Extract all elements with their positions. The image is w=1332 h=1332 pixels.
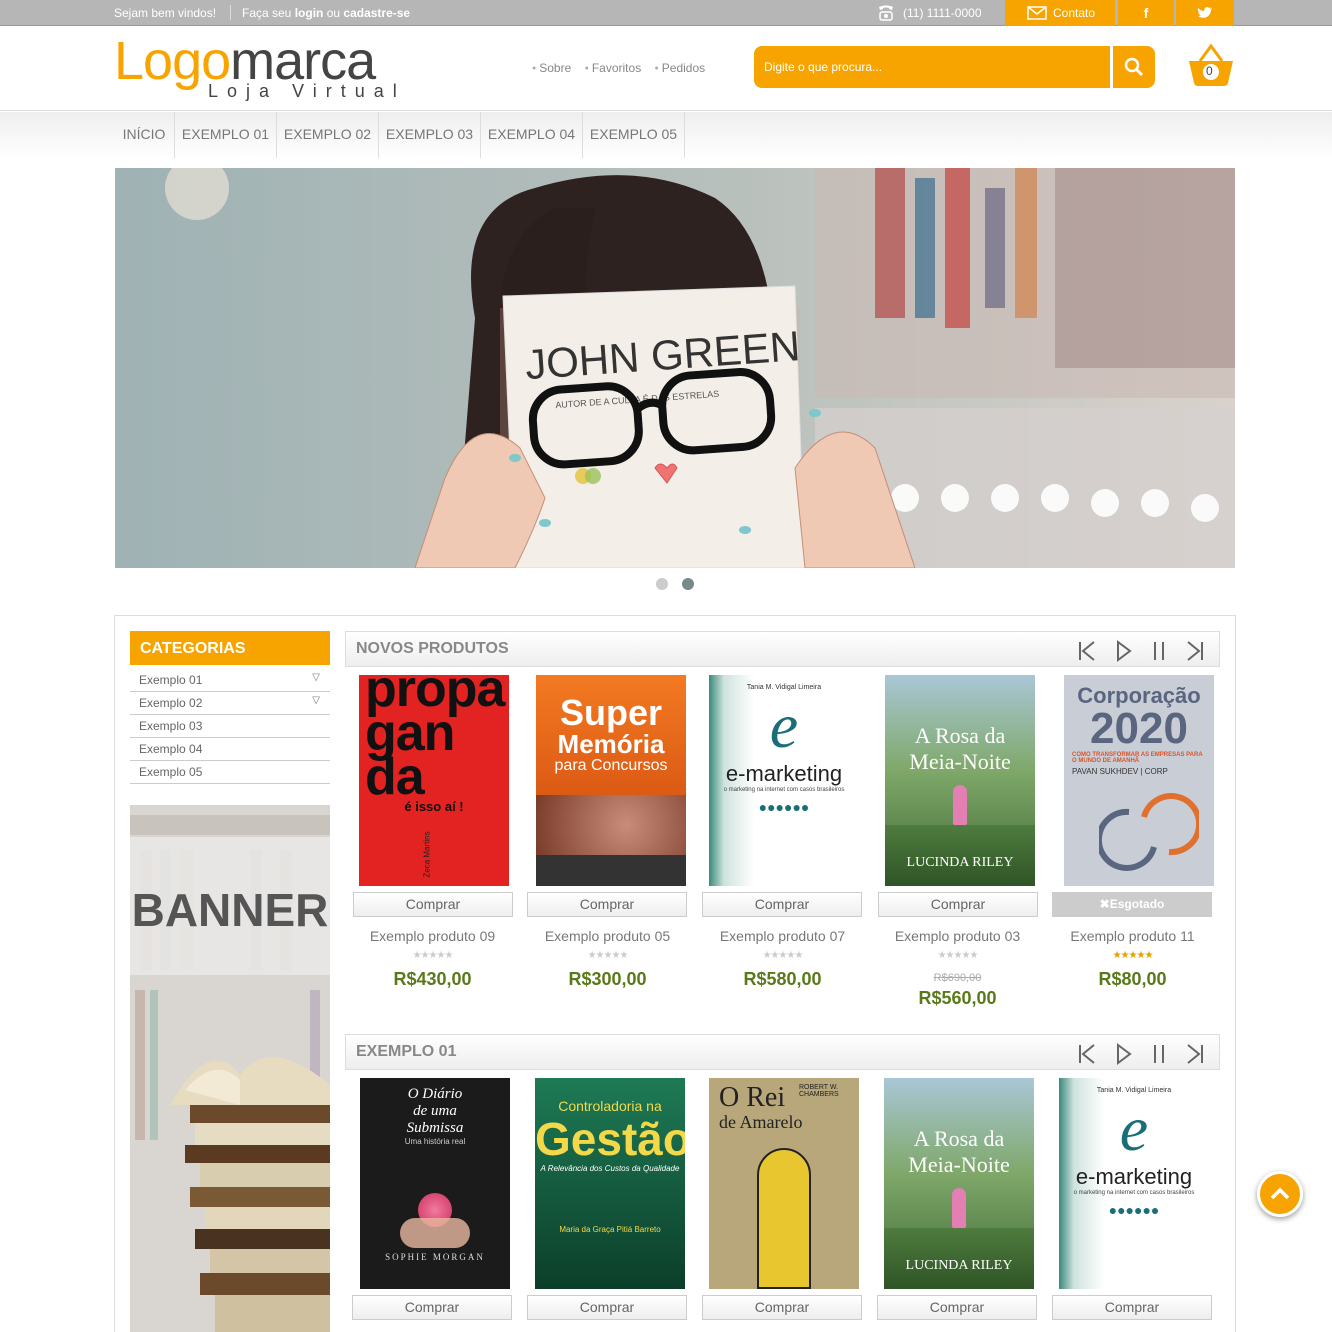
product-cover[interactable]: A Rosa da Meia-Noite LUCINDA RILEY [885, 675, 1035, 886]
rating-stars: ★★★★★ [762, 950, 804, 961]
contact-label: Contato [1053, 6, 1096, 20]
divider [230, 5, 231, 20]
rating-stars: ★★★★★ [412, 950, 454, 961]
search-icon [1124, 57, 1144, 77]
nav-exemplo-04[interactable]: EXEMPLO 04 [481, 112, 583, 158]
twitter-icon [1197, 7, 1212, 18]
back-to-top-button[interactable] [1257, 1171, 1303, 1217]
category-item[interactable]: Exemplo 02 ▽ [130, 692, 330, 715]
mail-icon [1027, 6, 1047, 20]
welcome-text: Sejam bem vindos! [114, 6, 217, 20]
contact-button[interactable]: Contato [1005, 0, 1115, 26]
product-cover[interactable]: Tania M. Vidigal Limeira e e-marketing o… [709, 675, 859, 886]
buy-button[interactable]: Comprar [527, 1295, 687, 1320]
nav-exemplo-01[interactable]: EXEMPLO 01 [175, 112, 277, 158]
facebook-icon[interactable]: f [1118, 0, 1174, 26]
last-icon[interactable] [1182, 1041, 1208, 1067]
category-item[interactable]: Exemplo 03 [130, 715, 330, 738]
register-link[interactable]: cadastre-se [343, 6, 410, 20]
category-item[interactable]: Exemplo 05 [130, 761, 330, 784]
hero-slider[interactable]: JOHN GREEN AUTOR DE A CULPA É DAS ESTREL… [115, 168, 1235, 568]
category-item[interactable]: Exemplo 04 [130, 738, 330, 761]
buy-button[interactable]: Comprar [702, 892, 862, 917]
search-button[interactable] [1113, 46, 1155, 88]
product-cover[interactable]: Tania M. Vidigal Limeira e e-marketing o… [1059, 1078, 1209, 1289]
slider-dot-1[interactable] [656, 578, 668, 590]
nav-exemplo-05[interactable]: EXEMPLO 05 [583, 112, 685, 158]
section-title: EXEMPLO 01 [356, 1043, 457, 1060]
cart-count: 0 [1206, 64, 1213, 78]
product-cover[interactable]: O Diário de uma Submissa Uma história real… [360, 1078, 510, 1289]
link-pedidos[interactable]: Pedidos [655, 61, 706, 75]
link-sobre[interactable]: Sobre [532, 61, 571, 75]
rating-stars: ★★★★★ [937, 950, 979, 961]
buy-button[interactable]: Comprar [1052, 1295, 1212, 1320]
play-icon[interactable] [1111, 1041, 1137, 1067]
product-name[interactable]: Exemplo produto 11 [1045, 928, 1220, 944]
product-name[interactable]: Exemplo produto 09 [345, 928, 520, 944]
pause-icon[interactable] [1146, 638, 1172, 664]
rating-stars: ★★★★★ [587, 950, 629, 961]
section-header-novos: NOVOS PRODUTOS [345, 631, 1220, 667]
nav-inicio[interactable]: INÍCIO [114, 112, 175, 158]
phone-number: (11) 1111-0000 [903, 6, 982, 20]
product-cover[interactable]: Super Memória para Concursos [536, 675, 686, 886]
phone-icon [876, 4, 896, 27]
chevron-down-icon[interactable]: ▽ [312, 695, 320, 706]
buy-button[interactable]: Comprar [527, 892, 687, 917]
old-price: R$690,00 [933, 972, 982, 984]
product-price: R$580,00 [743, 969, 822, 989]
sold-out-button: ✖Esgotado [1052, 892, 1212, 917]
product-cover[interactable]: propa gan da é isso aí ! Zeca Martins [359, 675, 509, 886]
product-cover[interactable]: A Rosa da Meia-Noite LUCINDA RILEY [884, 1078, 1034, 1289]
product-name[interactable]: Exemplo produto 03 [870, 928, 1045, 944]
banner-label: BANNER [132, 884, 329, 936]
link-favoritos[interactable]: Favoritos [585, 61, 642, 75]
login-prompt: Faça seu login ou cadastre-se [242, 6, 411, 20]
play-icon[interactable] [1111, 638, 1137, 664]
product-name[interactable]: Exemplo produto 05 [520, 928, 695, 944]
search-input[interactable]: Digite o que procura... [754, 46, 1110, 88]
categories-title: CATEGORIAS [130, 631, 330, 665]
pause-icon[interactable] [1146, 1041, 1172, 1067]
category-item[interactable]: Exemplo 01 ▽ [130, 669, 330, 692]
logo-subtitle: Loja Virtual [208, 81, 406, 101]
side-banner[interactable]: BANNER [130, 805, 330, 1332]
nav-exemplo-02[interactable]: EXEMPLO 02 [277, 112, 379, 158]
nav-exemplo-03[interactable]: EXEMPLO 03 [379, 112, 481, 158]
first-icon[interactable] [1074, 638, 1100, 664]
first-icon[interactable] [1074, 1041, 1100, 1067]
main-nav: INÍCIO EXEMPLO 01 EXEMPLO 02 EXEMPLO 03 … [0, 112, 1332, 158]
product-name[interactable]: Exemplo produto 07 [695, 928, 870, 944]
buy-button[interactable]: Comprar [877, 1295, 1037, 1320]
cart-button[interactable]: 0 [1186, 43, 1236, 91]
slider-dot-2[interactable] [682, 578, 694, 590]
section-header-exemplo: EXEMPLO 01 [345, 1034, 1220, 1070]
top-bar: Sejam bem vindos! Faça seu login ou cada… [0, 0, 1332, 26]
buy-button[interactable]: Comprar [878, 892, 1038, 917]
buy-button[interactable]: Comprar [352, 1295, 512, 1320]
arrow-up-icon [1270, 1187, 1290, 1200]
header-links: Sobre Favoritos Pedidos [532, 61, 715, 75]
product-price: R$560,00 [918, 988, 997, 1008]
twitter-button[interactable] [1176, 0, 1234, 26]
product-cover[interactable]: Controladoria na Gestão A Relevância dos… [535, 1078, 685, 1289]
buy-button[interactable]: Comprar [702, 1295, 862, 1320]
hero-image: JOHN GREEN AUTOR DE A CULPA É DAS ESTREL… [115, 168, 1235, 568]
product-price: R$430,00 [393, 969, 472, 989]
header: Logomarca Loja Virtual Sobre Favoritos P… [0, 27, 1332, 111]
chevron-down-icon[interactable]: ▽ [312, 672, 320, 683]
buy-button[interactable]: Comprar [353, 892, 513, 917]
product-cover[interactable]: O Rei de Amarelo ROBERT W. CHAMBERS [709, 1078, 859, 1289]
section-title: NOVOS PRODUTOS [356, 640, 509, 657]
rating-stars: ★★★★★ [1112, 950, 1154, 961]
product-price: R$80,00 [1098, 969, 1167, 989]
product-price: R$300,00 [568, 969, 647, 989]
product-cover[interactable]: Corporação 2020 COMO TRANSFORMAR AS EMPR… [1064, 675, 1214, 886]
login-link[interactable]: login [295, 6, 324, 20]
last-icon[interactable] [1182, 638, 1208, 664]
